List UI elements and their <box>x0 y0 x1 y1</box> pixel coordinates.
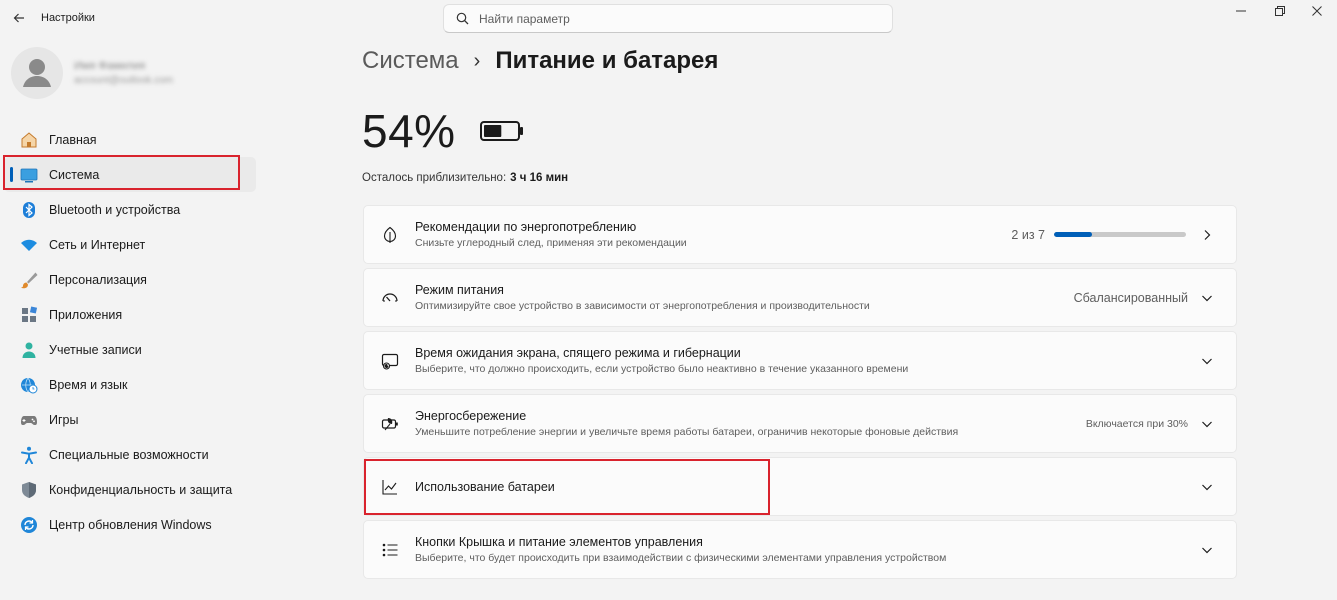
recommendations-progress-fill <box>1054 232 1092 237</box>
shield-icon <box>20 481 38 499</box>
close-button[interactable] <box>1297 0 1337 22</box>
brush-icon <box>20 271 38 289</box>
sidebar-item-network[interactable]: Сеть и Интернет <box>4 227 256 262</box>
card-energy-saver[interactable]: Энергосбережение Уменьшите потребление э… <box>363 394 1237 453</box>
chevron-down-icon <box>1200 543 1214 557</box>
minimize-icon <box>1236 10 1246 12</box>
chevron-right-icon <box>1200 228 1214 242</box>
sidebar-item-bluetooth[interactable]: Bluetooth и устройства <box>4 192 256 227</box>
card-subtitle: Уменьшите потребление энергии и увеличьт… <box>415 426 959 438</box>
gauge-icon <box>380 288 400 308</box>
gamepad-icon <box>20 411 38 429</box>
card-title: Режим питания <box>415 283 504 297</box>
remaining-value: 3 ч 16 мин <box>510 172 569 184</box>
sidebar-item-windows-update[interactable]: Центр обновления Windows <box>4 507 256 542</box>
apps-icon <box>20 305 38 324</box>
sidebar-item-label: Bluetooth и устройства <box>49 202 181 217</box>
card-subtitle: Выберите, что будет происходить при взаи… <box>415 552 947 564</box>
card-screen-sleep[interactable]: Время ожидания экрана, спящего режима и … <box>363 331 1237 390</box>
sidebar-item-time-language[interactable]: Время и язык <box>4 367 256 402</box>
sidebar-item-label: Центр обновления Windows <box>49 517 212 532</box>
card-title: Кнопки Крышка и питание элементов управл… <box>415 535 703 549</box>
sidebar-item-label: Персонализация <box>49 272 147 287</box>
sidebar-item-label: Сеть и Интернет <box>49 237 146 252</box>
sidebar-item-label: Приложения <box>49 307 123 322</box>
back-arrow-icon <box>13 13 24 23</box>
card-power-mode[interactable]: Режим питания Оптимизируйте свое устройс… <box>363 268 1237 327</box>
sidebar-item-label: Специальные возможности <box>49 447 209 462</box>
chevron-down-icon <box>1200 291 1214 305</box>
battery-saver-icon <box>380 414 400 434</box>
restore-icon <box>1275 6 1285 16</box>
sidebar-item-accounts[interactable]: Учетные записи <box>4 332 256 367</box>
sidebar-item-label: Учетные записи <box>49 342 142 357</box>
avatar[interactable] <box>11 47 63 99</box>
chevron-down-icon <box>1200 354 1214 368</box>
person-icon <box>20 341 38 359</box>
sidebar-item-gaming[interactable]: Игры <box>4 402 256 437</box>
leaf-icon <box>380 225 400 245</box>
screen-sleep-icon <box>380 351 400 371</box>
back-button[interactable] <box>8 8 30 28</box>
profile-email: account@outlook.com <box>74 75 174 86</box>
profile-name: Имя Фамилия <box>74 60 146 72</box>
card-title: Энергосбережение <box>415 409 527 423</box>
highlight-system <box>3 155 240 190</box>
battery-icon <box>480 121 523 141</box>
page-title: Питание и батарея <box>495 47 719 74</box>
globe-clock-icon <box>20 376 38 394</box>
sidebar-item-apps[interactable]: Приложения <box>4 297 256 332</box>
search-icon <box>456 12 469 25</box>
sidebar-item-label: Главная <box>49 132 97 147</box>
card-title: Рекомендации по энергопотреблению <box>415 220 637 234</box>
energy-saver-threshold: Включается при 30% <box>1085 417 1188 430</box>
breadcrumb-separator: › <box>473 49 481 72</box>
restore-button[interactable] <box>1260 0 1300 22</box>
sidebar-item-home[interactable]: Главная <box>4 122 256 157</box>
sidebar-item-label: Конфиденциальность и защита <box>49 482 233 497</box>
close-icon <box>1312 6 1322 16</box>
card-title: Время ожидания экрана, спящего режима и … <box>415 346 741 360</box>
sidebar-item-accessibility[interactable]: Специальные возможности <box>4 437 256 472</box>
recommendations-count: 2 из 7 <box>1011 227 1045 242</box>
search-input[interactable] <box>479 11 859 26</box>
sidebar-item-privacy[interactable]: Конфиденциальность и защита <box>4 472 256 507</box>
sidebar-item-label: Время и язык <box>49 377 128 392</box>
update-icon <box>20 516 38 534</box>
search-box[interactable] <box>443 4 893 33</box>
battery-percent: 54% <box>362 105 456 157</box>
app-title: Настройки <box>41 12 95 24</box>
chevron-down-icon <box>1200 480 1214 494</box>
wifi-icon <box>20 236 38 254</box>
card-lid-power-buttons[interactable]: Кнопки Крышка и питание элементов управл… <box>363 520 1237 579</box>
home-icon <box>20 131 38 149</box>
power-mode-select[interactable]: Сбалансированный <box>1074 291 1188 305</box>
list-icon <box>380 540 400 560</box>
card-power-recommendations[interactable]: Рекомендации по энергопотреблению Снизьт… <box>363 205 1237 264</box>
card-subtitle: Снизьте углеродный след, применяя эти ре… <box>415 237 687 249</box>
breadcrumb-parent[interactable]: Система <box>362 47 459 75</box>
remaining-label: Осталось приблизительно: <box>362 172 507 184</box>
bluetooth-icon <box>20 201 38 219</box>
battery-remaining: Осталось приблизительно: 3 ч 16 мин <box>362 172 568 184</box>
battery-level-fill <box>484 125 502 137</box>
sidebar-item-label: Игры <box>49 412 79 427</box>
card-subtitle: Оптимизируйте свое устройство в зависимо… <box>415 300 870 312</box>
breadcrumb: Система › Питание и батарея <box>362 47 718 75</box>
chevron-down-icon <box>1200 417 1214 431</box>
recommendations-progress <box>1054 232 1186 237</box>
card-subtitle: Выберите, что должно происходить, если у… <box>415 363 909 375</box>
sidebar-item-personalization[interactable]: Персонализация <box>4 262 256 297</box>
highlight-battery-usage <box>364 459 770 515</box>
accessibility-icon <box>20 446 38 464</box>
title-bar: Настройки <box>0 0 1337 38</box>
person-silhouette-icon <box>23 59 51 87</box>
minimize-button[interactable] <box>1221 0 1261 22</box>
